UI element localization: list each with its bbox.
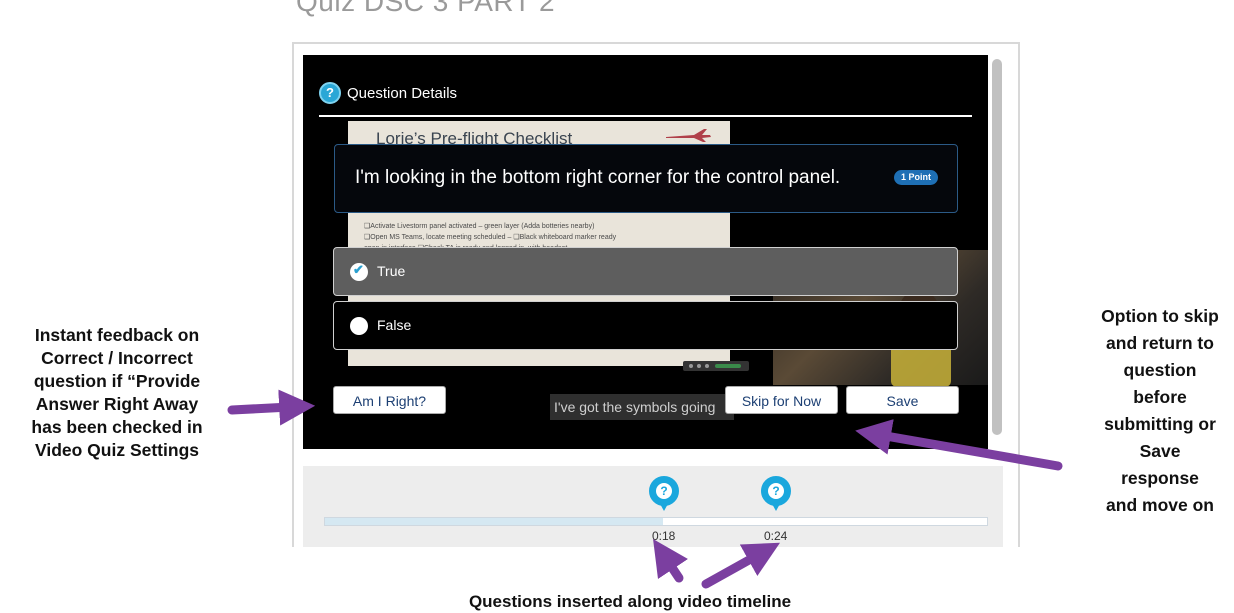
video-mini-controls: [683, 361, 749, 371]
radio-empty-icon: [350, 317, 368, 335]
answer-label: True: [377, 263, 406, 279]
question-marker-icon[interactable]: ?: [649, 476, 679, 514]
marker-time-label: 0:18: [652, 529, 676, 543]
question-details-title: Question Details: [347, 84, 458, 102]
slide-line: ❑Open MS Teams, locate meeting scheduled…: [364, 234, 617, 241]
slide-line: ❑Activate Livestorm panel activated – gr…: [364, 223, 595, 230]
points-badge: 1 Point: [894, 170, 939, 185]
question-box: I'm looking in the bottom right corner f…: [334, 144, 958, 213]
am-i-right-button[interactable]: Am I Right?: [333, 386, 446, 414]
page-title: Quiz DSC 3 PART 2: [296, 0, 556, 17]
annotation-skip-save: Option to skip and return to question be…: [1101, 306, 1219, 515]
question-details-header: ? Question Details: [319, 80, 457, 106]
timeline-panel: ? ? 0:18 0:24: [303, 466, 1003, 547]
answer-option-true[interactable]: True: [333, 247, 958, 296]
question-marker-icon[interactable]: ?: [761, 476, 791, 514]
scrollbar[interactable]: [990, 55, 1004, 440]
save-button[interactable]: Save: [846, 386, 959, 414]
airplane-icon: [666, 129, 711, 142]
marker-time-label: 0:24: [764, 529, 788, 543]
check-circle-icon: [350, 262, 368, 281]
question-text: I'm looking in the bottom right corner f…: [355, 167, 841, 188]
answer-option-false[interactable]: False: [333, 301, 958, 350]
skip-for-now-button[interactable]: Skip for Now: [725, 386, 838, 414]
scrollbar-thumb[interactable]: [992, 59, 1002, 435]
timeline-track[interactable]: [324, 517, 988, 526]
arrow-to-marker-24: [701, 542, 781, 589]
arrow-to-marker-18: [653, 539, 688, 583]
video-caption: I've got the symbols going: [550, 394, 734, 420]
video-player: Lorie’s Pre-flight Checklist ❑Activate L…: [303, 55, 988, 449]
annotation-instant-feedback: Instant feedback on Correct / Incorrect …: [31, 325, 203, 460]
timeline-progress: [325, 518, 663, 525]
question-circle-icon: ?: [319, 82, 341, 104]
arrow-to-am-i-right: [227, 389, 316, 426]
annotation-timeline: Questions inserted along video timeline: [468, 592, 792, 611]
answer-label: False: [377, 317, 412, 333]
header-divider: [319, 115, 972, 117]
